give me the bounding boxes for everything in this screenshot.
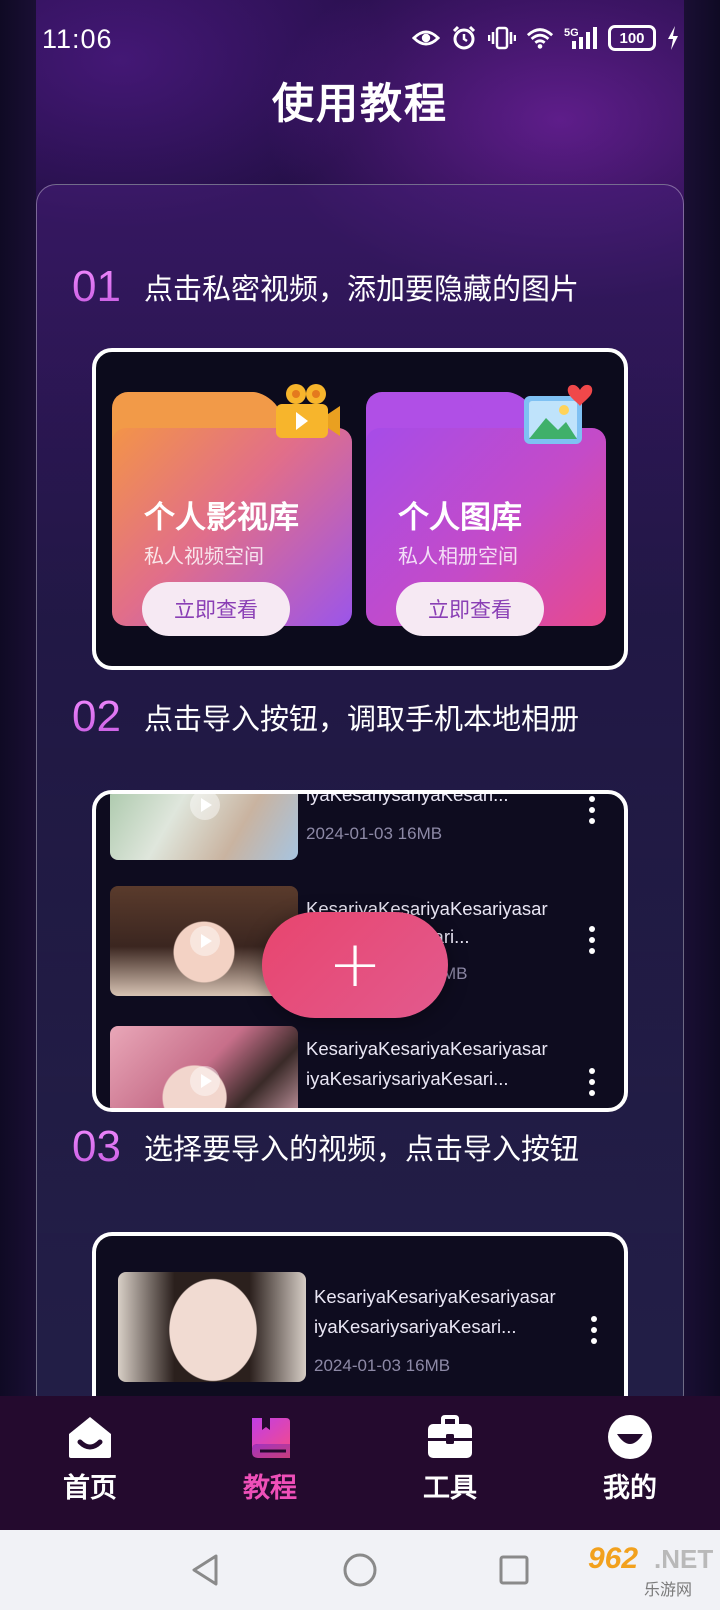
toolbox-icon <box>426 1414 474 1460</box>
movie-camera-icon <box>262 380 342 450</box>
folder-subtitle: 私人视频空间 <box>144 544 264 568</box>
more-options-icon[interactable] <box>590 1316 598 1344</box>
video-row[interactable]: KesariyaKesariyaKesariyasar iyaKesariysa… <box>110 1026 610 1108</box>
add-import-button[interactable]: + <box>262 912 448 1018</box>
nav-label: 首页 <box>63 1473 117 1504</box>
step-number: 03 <box>72 1122 142 1172</box>
system-nav-bar: 962 .NET 乐游网 <box>0 1530 720 1610</box>
watermark-sub: 乐游网 <box>644 1580 693 1599</box>
video-thumbnail <box>110 1026 298 1108</box>
play-icon <box>190 1066 220 1096</box>
profile-icon <box>606 1414 654 1460</box>
video-title-line2: iyaKesariysariyaKesari... <box>314 1316 517 1337</box>
play-icon <box>190 926 220 956</box>
page-title: 使用教程 <box>271 79 448 128</box>
video-title: iyaKesariysariyaKesari... <box>306 790 509 805</box>
step-number: 01 <box>72 262 142 312</box>
video-thumbnail <box>118 1272 306 1382</box>
left-edge-shade <box>0 0 36 1400</box>
wifi-icon <box>526 24 554 52</box>
photo-heart-icon <box>516 380 596 450</box>
video-row[interactable]: KesariyaKesariyaKesariyasar iyaKesariysa… <box>118 1272 618 1382</box>
view-now-button[interactable]: 立即查看 <box>396 582 544 636</box>
video-row[interactable]: iyaKesariysariyaKesari... 2024-01-03 16M… <box>110 790 610 860</box>
nav-label: 我的 <box>603 1473 657 1504</box>
more-options-icon[interactable] <box>588 1068 596 1096</box>
folder-video-library[interactable]: 个人影视库 私人视频空间 立即查看 <box>112 384 352 636</box>
home-circle-icon[interactable] <box>340 1550 380 1590</box>
status-icons: 5G 100 <box>412 24 680 52</box>
nav-label: 工具 <box>423 1473 477 1504</box>
site-watermark-logo: 962 .NET 乐游网 <box>584 1542 714 1602</box>
back-icon[interactable] <box>186 1550 226 1590</box>
step-number: 02 <box>72 692 142 742</box>
video-title: KesariyaKesariyaKesariyasar <box>314 1286 556 1307</box>
step-text: 点击导入按钮，调取手机本地相册 <box>144 702 580 736</box>
step-2-heading: 02 点击导入按钮，调取手机本地相册 <box>72 692 579 742</box>
step-2-demo: iyaKesariysariyaKesari... 2024-01-03 16M… <box>92 790 628 1112</box>
more-options-icon[interactable] <box>588 926 596 954</box>
folder-subtitle: 私人相册空间 <box>398 544 518 568</box>
step-3-heading: 03 选择要导入的视频，点击导入按钮 <box>72 1122 579 1172</box>
video-thumbnail <box>110 794 298 860</box>
video-meta: 2024-01-03 16MB <box>306 824 443 843</box>
more-options-icon[interactable] <box>588 796 596 824</box>
charging-bolt-icon <box>666 24 680 52</box>
status-time: 11:06 <box>42 24 113 54</box>
nav-item-tools[interactable]: 工具 <box>390 1414 510 1505</box>
watermark-suffix: .NET <box>654 1544 714 1574</box>
watermark-brand: 962 <box>588 1542 639 1575</box>
nav-item-home[interactable]: 首页 <box>30 1414 150 1505</box>
folder-photo-library[interactable]: 个人图库 私人相册空间 立即查看 <box>366 384 606 636</box>
tutorial-book-icon <box>246 1414 294 1460</box>
vibrate-icon <box>488 24 516 52</box>
nav-label: 教程 <box>243 1473 297 1504</box>
step-text: 点击私密视频，添加要隐藏的图片 <box>144 272 580 306</box>
play-icon <box>190 794 220 820</box>
step-3-demo: KesariyaKesariyaKesariyasar iyaKesariysa… <box>92 1232 628 1422</box>
battery-icon: 100 <box>608 25 656 51</box>
view-now-button[interactable]: 立即查看 <box>142 582 290 636</box>
home-icon <box>66 1414 114 1460</box>
step-text: 选择要导入的视频，点击导入按钮 <box>144 1132 580 1166</box>
folder-title: 个人图库 <box>398 500 522 536</box>
video-meta: 2024-01-03 16MB <box>314 1356 451 1375</box>
signal-5g-icon: 5G <box>564 24 598 52</box>
bottom-nav: 首页 教程 工具 我的 <box>0 1396 720 1530</box>
video-title: KesariyaKesariyaKesariyasar <box>306 1038 548 1059</box>
recents-icon[interactable] <box>494 1550 534 1590</box>
video-title-line2: iyaKesariysariyaKesari... <box>306 1068 509 1089</box>
nav-item-profile[interactable]: 我的 <box>570 1414 690 1505</box>
folder-title: 个人影视库 <box>144 500 299 536</box>
svg-text:5G: 5G <box>564 27 579 39</box>
eye-icon <box>412 24 440 52</box>
right-edge-shade <box>684 0 720 1400</box>
nav-item-tutorial[interactable]: 教程 <box>210 1414 330 1505</box>
step-1-demo: 个人影视库 私人视频空间 立即查看 个人图库 私人相册空间 立即查看 <box>92 348 628 670</box>
alarm-icon <box>450 24 478 52</box>
step-1-heading: 01 点击私密视频，添加要隐藏的图片 <box>72 262 579 312</box>
